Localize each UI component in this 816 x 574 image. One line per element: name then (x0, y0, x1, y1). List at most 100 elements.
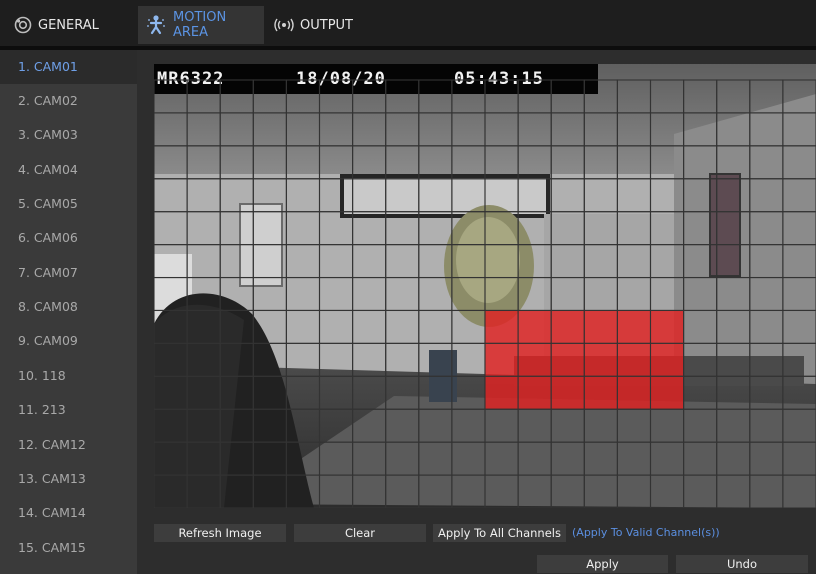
motion-cell[interactable] (418, 276, 453, 312)
motion-cell[interactable] (683, 342, 718, 377)
motion-cell[interactable] (484, 441, 519, 476)
motion-cell[interactable] (517, 276, 552, 312)
motion-cell[interactable] (154, 342, 188, 377)
motion-cell[interactable] (252, 112, 287, 147)
motion-cell[interactable] (517, 211, 552, 246)
motion-cell[interactable] (318, 276, 354, 312)
apply-button[interactable]: Apply (537, 555, 668, 573)
motion-cell[interactable] (649, 244, 685, 279)
motion-cell[interactable] (749, 276, 784, 312)
motion-cell[interactable] (418, 375, 453, 410)
tab-output[interactable]: OUTPUT (268, 6, 378, 44)
motion-cell[interactable] (484, 474, 519, 508)
motion-cell[interactable] (683, 112, 718, 147)
motion-cell[interactable] (352, 211, 387, 246)
motion-cell-active[interactable] (517, 309, 552, 344)
motion-cell[interactable] (154, 375, 188, 410)
motion-cell[interactable] (716, 441, 751, 476)
camera-item-4[interactable]: 4. CAM04 (0, 153, 137, 187)
motion-cell[interactable] (418, 474, 453, 508)
motion-cell[interactable] (451, 309, 486, 344)
motion-cell-active[interactable] (484, 309, 519, 344)
motion-cell[interactable] (484, 178, 519, 213)
motion-cell[interactable] (219, 441, 254, 476)
motion-cell[interactable] (583, 244, 618, 279)
motion-cell[interactable] (418, 408, 453, 443)
motion-cell[interactable] (616, 178, 652, 213)
motion-cell[interactable] (219, 211, 254, 246)
motion-cell[interactable] (716, 112, 751, 147)
motion-cell[interactable] (285, 178, 321, 213)
motion-cell[interactable] (451, 474, 486, 508)
motion-cell[interactable] (318, 145, 354, 180)
motion-cell[interactable] (749, 408, 784, 443)
motion-cell[interactable] (154, 474, 188, 508)
motion-cell[interactable] (616, 79, 652, 114)
motion-cell[interactable] (252, 211, 287, 246)
motion-cell[interactable] (649, 276, 685, 312)
motion-cell[interactable] (616, 441, 652, 476)
motion-cell[interactable] (550, 112, 585, 147)
motion-cell[interactable] (683, 441, 718, 476)
motion-cell[interactable] (285, 211, 321, 246)
motion-cell[interactable] (352, 474, 387, 508)
motion-cell[interactable] (649, 112, 685, 147)
motion-cell[interactable] (716, 309, 751, 344)
motion-cell[interactable] (517, 145, 552, 180)
motion-cell[interactable] (285, 79, 321, 114)
motion-cell[interactable] (683, 309, 718, 344)
motion-cell[interactable] (186, 342, 221, 377)
motion-cell[interactable] (318, 244, 354, 279)
camera-item-6[interactable]: 6. CAM06 (0, 221, 137, 255)
motion-cell[interactable] (285, 309, 321, 344)
motion-cell[interactable] (782, 178, 816, 213)
motion-cell-active[interactable] (583, 375, 618, 410)
motion-cell[interactable] (352, 309, 387, 344)
motion-cell-active[interactable] (517, 375, 552, 410)
motion-cell[interactable] (749, 244, 784, 279)
motion-cell[interactable] (186, 408, 221, 443)
motion-cell[interactable] (716, 342, 751, 377)
motion-cell[interactable] (252, 79, 287, 114)
motion-cell[interactable] (219, 178, 254, 213)
motion-cell[interactable] (683, 474, 718, 508)
motion-cell[interactable] (749, 342, 784, 377)
motion-cell[interactable] (418, 309, 453, 344)
motion-cell[interactable] (583, 112, 618, 147)
motion-cell[interactable] (616, 276, 652, 312)
motion-cell[interactable] (186, 112, 221, 147)
motion-cell[interactable] (252, 474, 287, 508)
camera-item-7[interactable]: 7. CAM07 (0, 256, 137, 290)
motion-cell[interactable] (616, 244, 652, 279)
motion-cell[interactable] (385, 79, 420, 114)
motion-cell[interactable] (352, 375, 387, 410)
motion-cell[interactable] (385, 342, 420, 377)
motion-cell[interactable] (583, 474, 618, 508)
motion-cell[interactable] (749, 211, 784, 246)
motion-cell[interactable] (186, 211, 221, 246)
motion-cell[interactable] (616, 474, 652, 508)
motion-cell[interactable] (616, 145, 652, 180)
motion-cell[interactable] (550, 276, 585, 312)
motion-cell[interactable] (550, 145, 585, 180)
motion-cell[interactable] (186, 244, 221, 279)
motion-cell[interactable] (352, 145, 387, 180)
motion-cell[interactable] (219, 112, 254, 147)
motion-cell[interactable] (385, 276, 420, 312)
motion-cell[interactable] (418, 211, 453, 246)
motion-cell[interactable] (782, 276, 816, 312)
motion-cell[interactable] (154, 309, 188, 344)
motion-cell-active[interactable] (550, 309, 585, 344)
motion-cell-active[interactable] (649, 309, 685, 344)
motion-cell[interactable] (683, 145, 718, 180)
motion-cell[interactable] (418, 145, 453, 180)
motion-cell[interactable] (484, 145, 519, 180)
motion-cell[interactable] (352, 112, 387, 147)
motion-cell[interactable] (451, 211, 486, 246)
motion-cell[interactable] (649, 408, 685, 443)
motion-cell[interactable] (252, 178, 287, 213)
motion-cell-active[interactable] (649, 342, 685, 377)
motion-cell[interactable] (782, 309, 816, 344)
motion-cell-active[interactable] (616, 375, 652, 410)
motion-cell[interactable] (749, 178, 784, 213)
